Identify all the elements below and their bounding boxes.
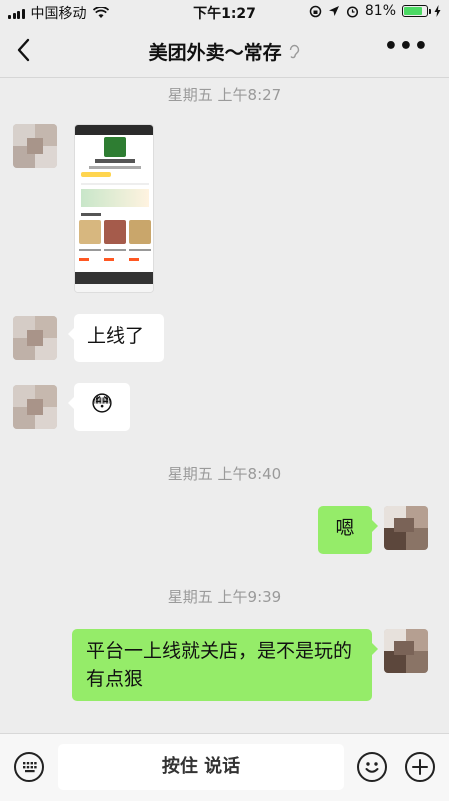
message-text: 上线了: [87, 325, 145, 347]
timestamp: 星期五 上午9:39: [167, 588, 282, 606]
message-bubble[interactable]: 平台一上线就关店，是不是玩的有点狠: [72, 629, 378, 701]
status-bar: 中国移动 下午1:27 81%: [0, 0, 449, 24]
chat-title-wrap: 美团外卖～常存: [0, 38, 449, 65]
avatar[interactable]: [384, 506, 428, 550]
header-divider: [0, 77, 449, 78]
avatar[interactable]: [384, 629, 428, 673]
avatar[interactable]: [13, 124, 57, 168]
location-icon: [328, 6, 339, 16]
smiley-icon[interactable]: [357, 752, 387, 782]
message-bubble[interactable]: 上线了: [68, 314, 164, 362]
message-bubble[interactable]: 😳: [68, 383, 130, 431]
timestamp: 星期五 上午8:27: [167, 86, 282, 104]
keyboard-icon[interactable]: [14, 752, 44, 782]
hold-to-talk-button[interactable]: 按住 说话: [58, 744, 344, 790]
more-dots-icon[interactable]: •••: [384, 36, 429, 58]
alarm-icon: [346, 5, 358, 18]
message-text: 嗯: [335, 517, 355, 539]
avatar[interactable]: [13, 316, 57, 360]
chat-header: 美团外卖～常存 •••: [0, 24, 449, 76]
ear-icon: [290, 44, 300, 59]
timestamp: 星期五 上午8:40: [167, 465, 282, 483]
flushed-face-emoji: 😳: [90, 392, 114, 417]
message-bubble[interactable]: 嗯: [318, 506, 378, 554]
image-message[interactable]: [74, 124, 154, 293]
orientation-lock-icon: [309, 5, 322, 17]
message-text: 平台一上线就关店，是不是玩的有点狠: [86, 640, 353, 690]
battery-percent: 81%: [364, 3, 396, 19]
chat-title: 美团外卖～常存: [148, 42, 282, 64]
charging-icon: [434, 5, 441, 17]
avatar[interactable]: [13, 385, 57, 429]
plus-circle-icon[interactable]: [405, 752, 435, 782]
battery-icon: [402, 5, 431, 17]
input-bar: 按住 说话: [0, 733, 449, 801]
